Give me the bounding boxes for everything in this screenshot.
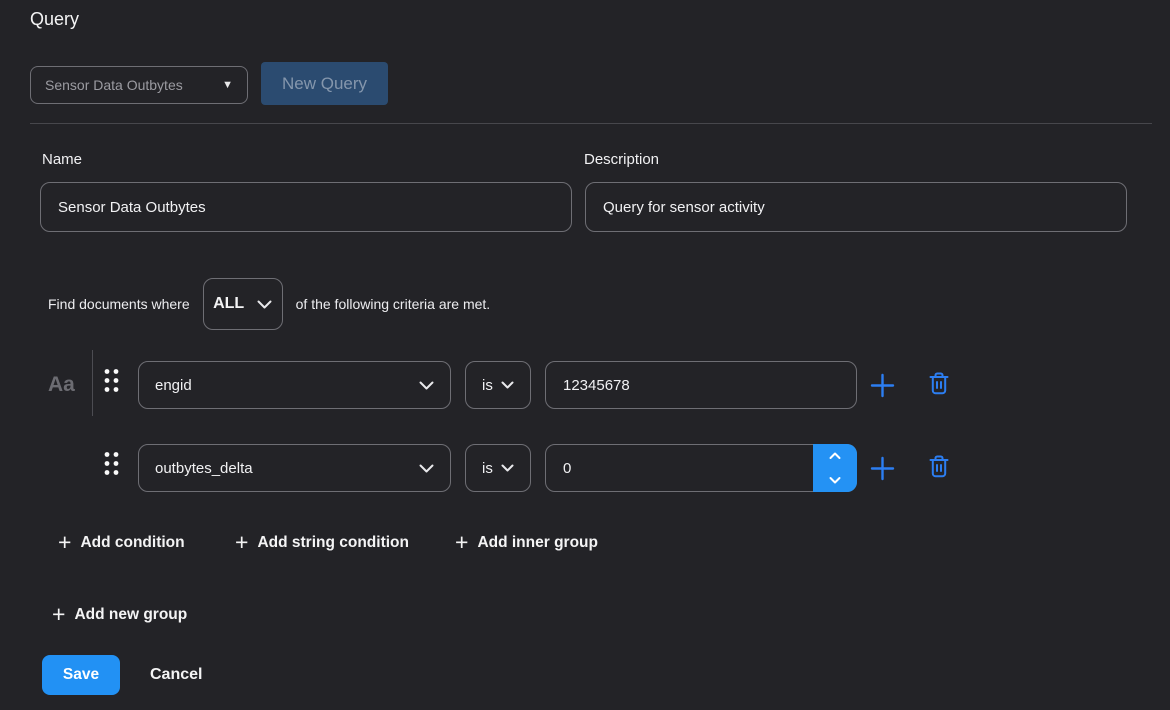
section-divider <box>30 123 1152 124</box>
criteria-intro-line: Find documents where ALL of the followin… <box>48 278 490 330</box>
plus-icon: + <box>52 603 65 626</box>
plus-icon <box>869 372 896 399</box>
delete-row2-button[interactable] <box>928 454 950 479</box>
operator-select-row2[interactable]: is <box>465 444 531 492</box>
trash-icon <box>928 371 950 396</box>
cancel-button[interactable]: Cancel <box>150 655 202 695</box>
operator-select-row1-value: is <box>482 377 493 394</box>
plus-icon: + <box>235 531 248 554</box>
drag-handle-icon[interactable] <box>101 366 121 394</box>
chevron-down-icon <box>829 476 841 484</box>
row-divider-line <box>92 350 93 416</box>
add-new-group-label: Add new group <box>74 606 187 624</box>
save-button[interactable]: Save <box>42 655 120 695</box>
name-input[interactable] <box>40 182 572 232</box>
plus-icon: + <box>58 531 71 554</box>
string-case-indicator: Aa <box>48 361 75 409</box>
field-select-row1-value: engid <box>155 377 192 394</box>
name-label: Name <box>42 151 82 168</box>
chevron-up-icon <box>829 452 841 460</box>
plus-icon: + <box>455 531 468 554</box>
add-inner-group-link[interactable]: + Add inner group <box>455 529 598 557</box>
chevron-down-icon <box>501 381 514 389</box>
spinner-up-button[interactable] <box>813 444 857 468</box>
query-builder-screen: Query Sensor Data Outbytes ▼ New Query N… <box>0 0 1170 710</box>
field-select-row2-value: outbytes_delta <box>155 460 253 477</box>
saved-query-select-value: Sensor Data Outbytes <box>45 77 183 93</box>
description-input[interactable] <box>585 182 1127 232</box>
chevron-down-icon <box>257 300 272 309</box>
match-mode-select[interactable]: ALL <box>203 278 283 330</box>
chevron-down-icon <box>501 464 514 472</box>
match-mode-value: ALL <box>213 295 244 313</box>
new-query-button[interactable]: New Query <box>261 62 388 105</box>
chevron-down-icon <box>419 464 434 473</box>
field-select-row1[interactable]: engid <box>138 361 451 409</box>
value-input-row1[interactable] <box>545 361 857 409</box>
description-label: Description <box>584 151 659 168</box>
dropdown-caret-icon: ▼ <box>222 79 233 91</box>
number-input-row2-wrapper <box>545 444 857 492</box>
page-title: Query <box>30 9 79 30</box>
add-inner-group-label: Add inner group <box>477 534 598 552</box>
operator-select-row2-value: is <box>482 460 493 477</box>
add-new-group-link[interactable]: + Add new group <box>52 601 187 629</box>
value-input-row2[interactable] <box>545 444 857 492</box>
field-select-row2[interactable]: outbytes_delta <box>138 444 451 492</box>
trash-icon <box>928 454 950 479</box>
add-condition-after-row2-button[interactable] <box>869 455 896 482</box>
chevron-down-icon <box>419 381 434 390</box>
spinner-down-button[interactable] <box>813 468 857 492</box>
criteria-suffix-text: of the following criteria are met. <box>296 296 491 312</box>
operator-select-row1[interactable]: is <box>465 361 531 409</box>
criteria-prefix-text: Find documents where <box>48 296 190 312</box>
add-string-condition-label: Add string condition <box>257 534 409 552</box>
plus-icon <box>869 455 896 482</box>
add-condition-label: Add condition <box>80 534 184 552</box>
delete-row1-button[interactable] <box>928 371 950 396</box>
number-spinner <box>813 444 857 492</box>
saved-query-select[interactable]: Sensor Data Outbytes ▼ <box>30 66 248 104</box>
add-condition-after-row1-button[interactable] <box>869 372 896 399</box>
add-condition-link[interactable]: + Add condition <box>58 529 185 557</box>
drag-handle-icon[interactable] <box>101 449 121 477</box>
add-string-condition-link[interactable]: + Add string condition <box>235 529 409 557</box>
